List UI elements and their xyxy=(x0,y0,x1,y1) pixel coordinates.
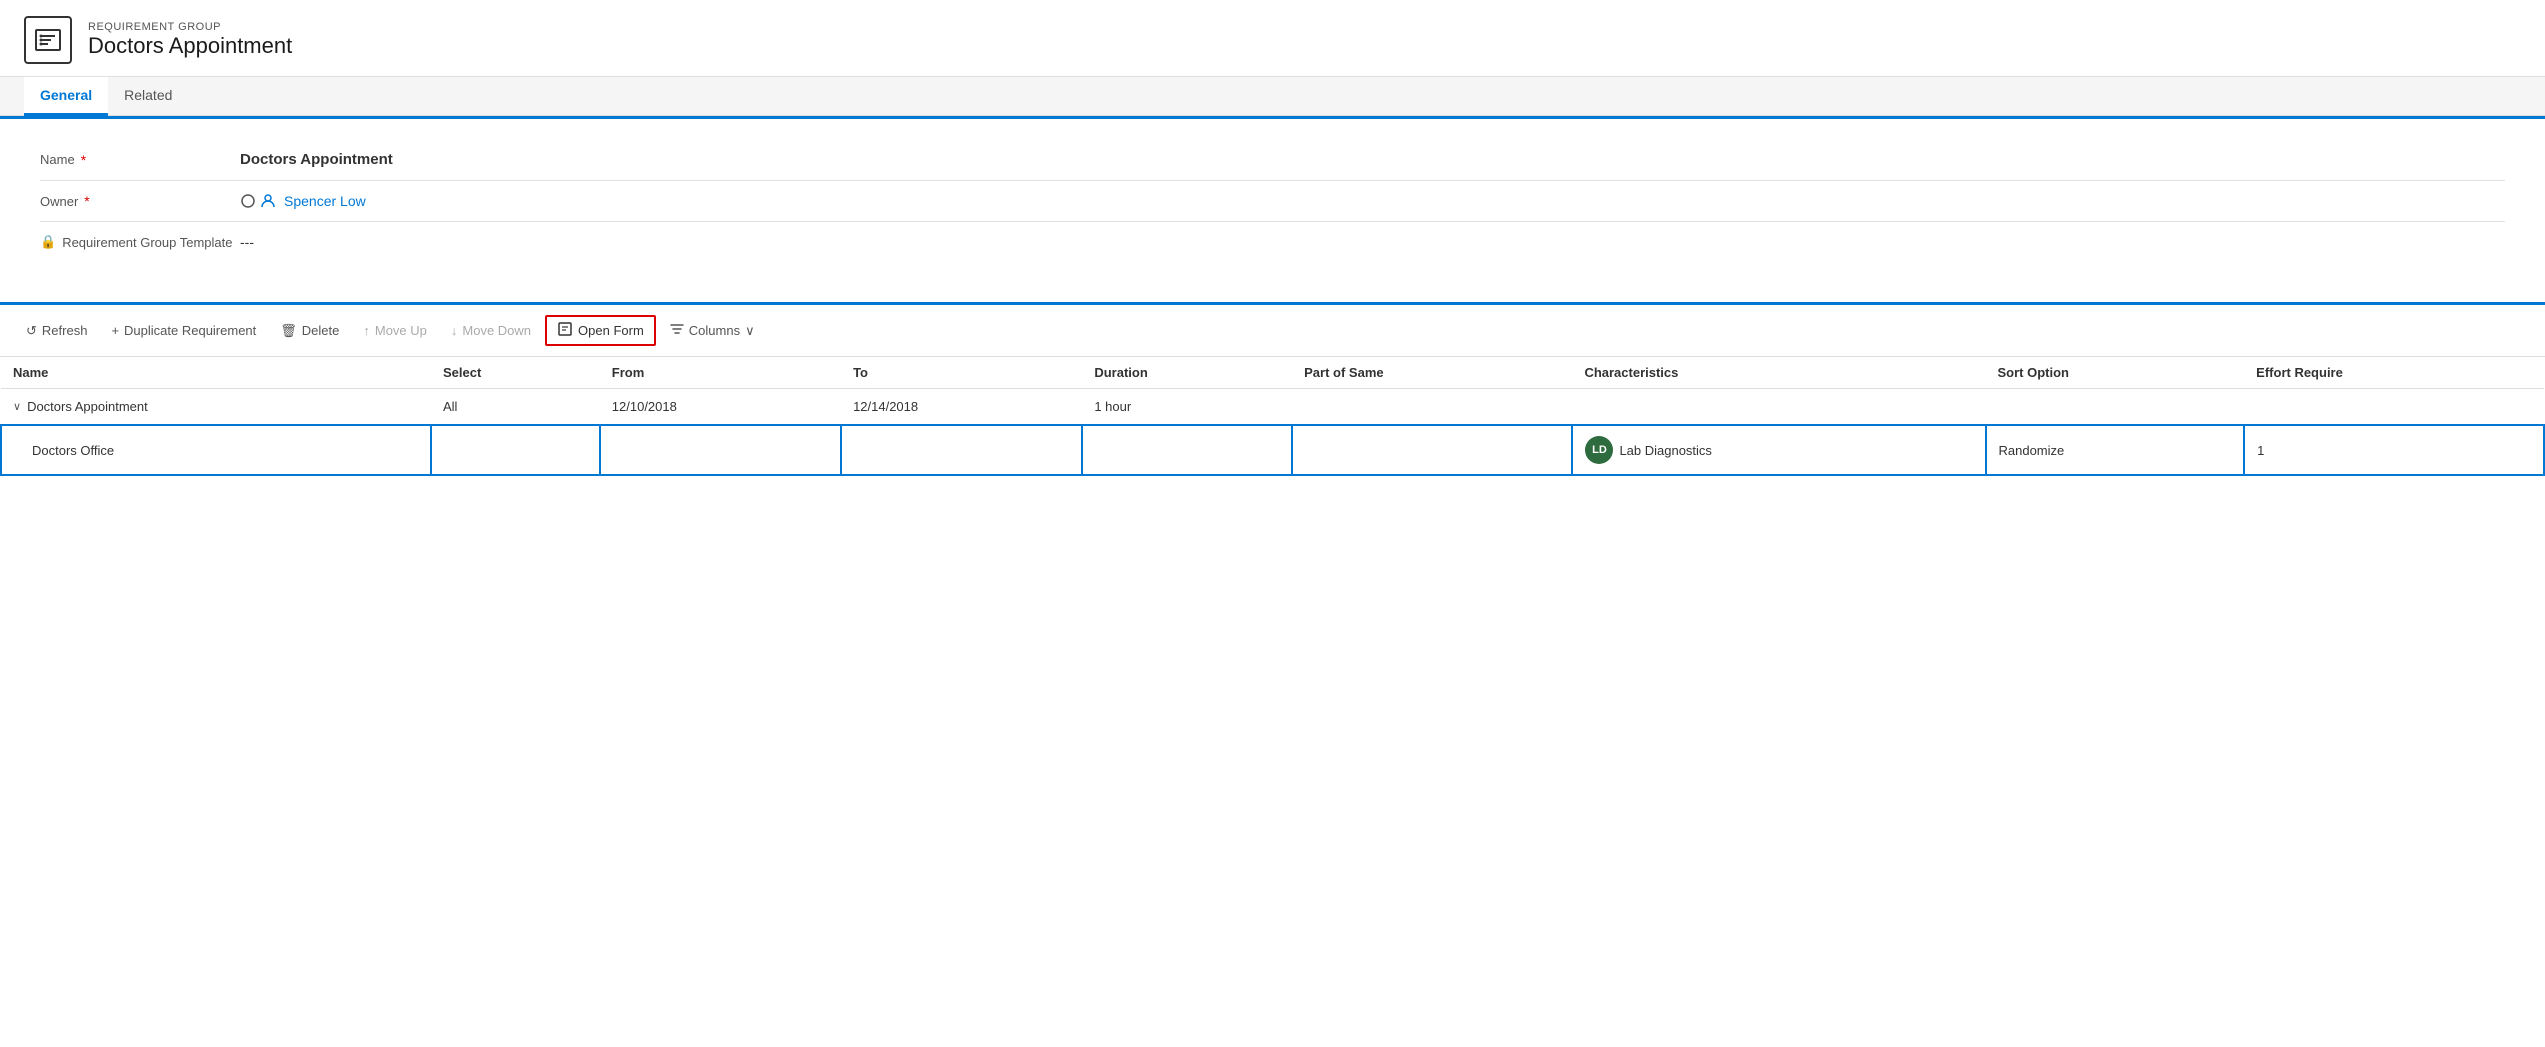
cell-duration: 1 hour xyxy=(1082,389,1292,426)
cell-duration-child xyxy=(1082,425,1292,475)
col-duration: Duration xyxy=(1082,357,1292,389)
grid-toolbar: ↺ Refresh + Duplicate Requirement 🗑 Dele… xyxy=(0,305,2545,357)
cell-name-child: Doctors Office xyxy=(1,425,431,475)
arrow-down-icon: ↓ xyxy=(451,323,458,338)
characteristic-badge: LD xyxy=(1585,436,1613,464)
cell-effort-require-child: 1 xyxy=(2244,425,2544,475)
col-part-of-same: Part of Same xyxy=(1292,357,1572,389)
name-value[interactable]: Doctors Appointment xyxy=(240,151,2505,168)
columns-button[interactable]: Columns ∨ xyxy=(660,316,765,345)
cell-from: 12/10/2018 xyxy=(600,389,841,426)
col-name: Name xyxy=(1,357,431,389)
table-row[interactable]: Doctors Office LD Lab Diagnostics Random… xyxy=(1,425,2544,475)
filter-icon xyxy=(670,322,684,339)
cell-part-of-same-child xyxy=(1292,425,1572,475)
characteristic-cell: LD Lab Diagnostics xyxy=(1585,436,1972,464)
col-sort-option: Sort Option xyxy=(1986,357,2245,389)
template-label: 🔒 Requirement Group Template xyxy=(40,234,240,250)
page-title: Doctors Appointment xyxy=(88,33,292,59)
header-subtitle: REQUIREMENT GROUP xyxy=(88,21,292,33)
form-row-owner: Owner * Spencer Low xyxy=(40,181,2505,222)
characteristic-label: Lab Diagnostics xyxy=(1619,443,1712,458)
refresh-icon: ↺ xyxy=(26,323,37,339)
chevron-icon: ∨ xyxy=(13,400,21,413)
name-label: Name * xyxy=(40,152,240,168)
col-characteristics: Characteristics xyxy=(1572,357,1985,389)
required-indicator: * xyxy=(81,152,86,168)
plus-icon: + xyxy=(111,323,119,338)
form-row-template: 🔒 Requirement Group Template --- xyxy=(40,222,2505,262)
arrow-up-icon: ↑ xyxy=(363,323,370,338)
duplicate-requirement-button[interactable]: + Duplicate Requirement xyxy=(101,317,266,344)
cell-select-child xyxy=(431,425,600,475)
move-down-button[interactable]: ↓ Move Down xyxy=(441,317,541,344)
form-icon xyxy=(557,321,573,340)
data-table: Name Select From To Duration Part of Sam… xyxy=(0,357,2545,476)
open-form-button[interactable]: Open Form xyxy=(545,315,656,346)
owner-value[interactable]: Spencer Low xyxy=(240,193,2505,209)
cell-select: All xyxy=(431,389,600,426)
tabs-bar: General Related xyxy=(0,77,2545,116)
cell-part-of-same xyxy=(1292,389,1572,426)
move-up-button[interactable]: ↑ Move Up xyxy=(353,317,437,344)
owner-icons xyxy=(240,193,276,209)
cell-to-child xyxy=(841,425,1082,475)
lock-icon: 🔒 xyxy=(40,234,56,250)
cell-effort-require xyxy=(2244,389,2544,426)
form-section: Name * Doctors Appointment Owner * Spenc… xyxy=(0,116,2545,282)
tab-general[interactable]: General xyxy=(24,77,108,116)
page-header: REQUIREMENT GROUP Doctors Appointment xyxy=(0,0,2545,77)
header-text: REQUIREMENT GROUP Doctors Appointment xyxy=(88,21,292,59)
cell-to: 12/14/2018 xyxy=(841,389,1082,426)
col-effort-require: Effort Require xyxy=(2244,357,2544,389)
owner-label: Owner * xyxy=(40,193,240,209)
col-select: Select xyxy=(431,357,600,389)
tab-related[interactable]: Related xyxy=(108,77,188,116)
cell-sort-option-child: Randomize xyxy=(1986,425,2245,475)
cell-characteristics xyxy=(1572,389,1985,426)
owner-name: Spencer Low xyxy=(284,193,366,209)
entity-icon xyxy=(24,16,72,64)
cell-sort-option xyxy=(1986,389,2245,426)
row-expand: ∨ Doctors Appointment xyxy=(13,399,419,414)
grid-section: ↺ Refresh + Duplicate Requirement 🗑 Dele… xyxy=(0,302,2545,476)
template-value[interactable]: --- xyxy=(240,234,2505,250)
table-header-row: Name Select From To Duration Part of Sam… xyxy=(1,357,2544,389)
delete-button[interactable]: 🗑 Delete xyxy=(270,317,349,345)
col-from: From xyxy=(600,357,841,389)
cell-characteristics-child: LD Lab Diagnostics xyxy=(1572,425,1985,475)
cell-from-child xyxy=(600,425,841,475)
table-row[interactable]: ∨ Doctors Appointment All 12/10/2018 12/… xyxy=(1,389,2544,426)
col-to: To xyxy=(841,357,1082,389)
person-icon xyxy=(260,193,276,209)
form-row-name: Name * Doctors Appointment xyxy=(40,139,2505,181)
cell-name: ∨ Doctors Appointment xyxy=(1,389,431,426)
refresh-button[interactable]: ↺ Refresh xyxy=(16,317,97,345)
chevron-down-icon: ∨ xyxy=(745,323,755,339)
required-indicator-owner: * xyxy=(84,193,89,209)
radio-icon xyxy=(240,193,256,209)
trash-icon: 🗑 xyxy=(280,323,297,339)
